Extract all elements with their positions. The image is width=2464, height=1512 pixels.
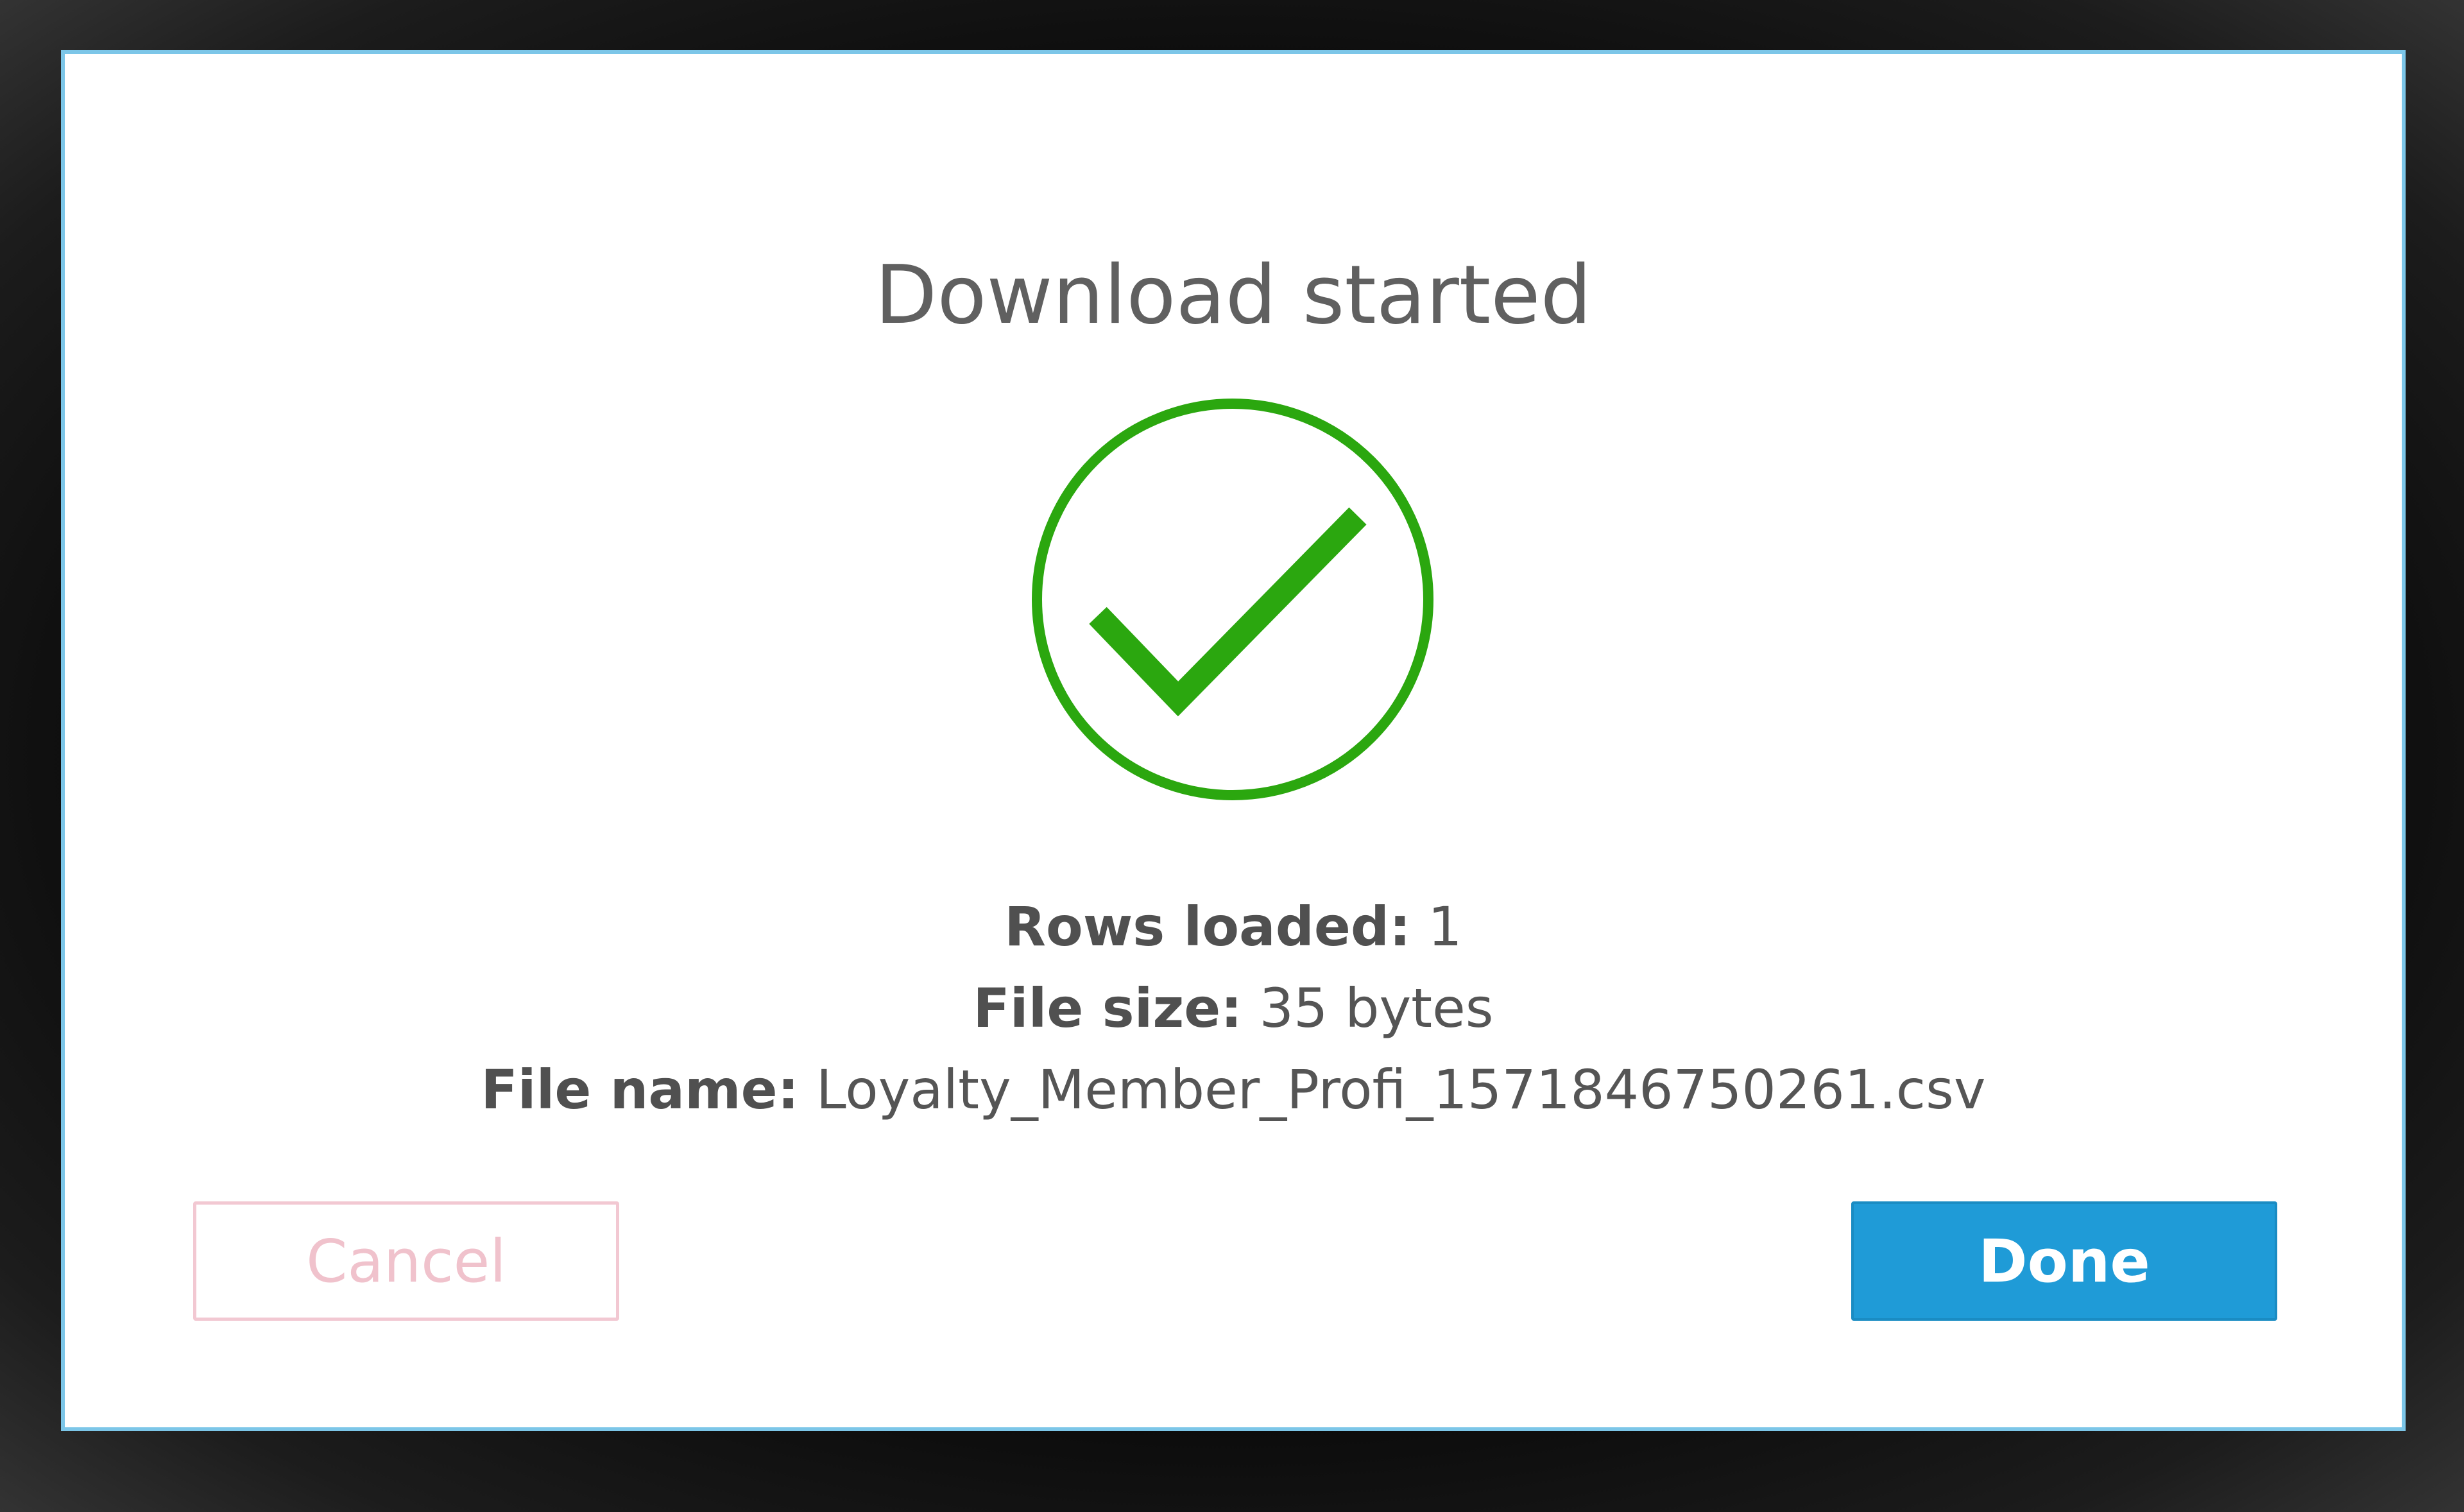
file-name-value: Loyalty_Member_Profi_1571846750261.csv [816, 1058, 1986, 1121]
dialog-title: Download started [875, 248, 1592, 342]
file-size-label: File size: [973, 977, 1242, 1040]
rows-loaded-value: 1 [1428, 895, 1462, 958]
check-circle-icon [1027, 394, 1438, 805]
rows-loaded-label: Rows loaded: [1004, 895, 1411, 958]
cancel-button[interactable]: Cancel [193, 1201, 619, 1321]
rows-loaded-line: Rows loaded: 1 [65, 895, 2402, 959]
file-size-line: File size: 35 bytes [65, 976, 2402, 1041]
file-size-value: 35 bytes [1259, 977, 1494, 1040]
file-name-label: File name: [481, 1058, 800, 1121]
done-button[interactable]: Done [1851, 1201, 2277, 1321]
download-dialog: Download started Rows loaded: 1 File siz… [61, 50, 2406, 1431]
file-name-line: File name: Loyalty_Member_Profi_15718467… [65, 1058, 2402, 1122]
